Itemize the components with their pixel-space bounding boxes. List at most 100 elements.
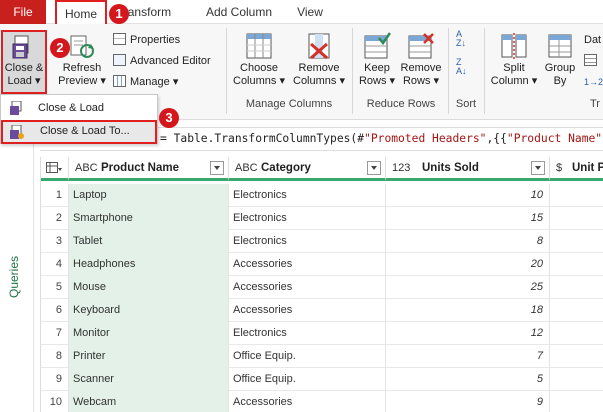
tab-home[interactable]: Home [55, 0, 107, 24]
split-column-icon [501, 33, 527, 59]
table-row[interactable]: 10 Webcam Accessories 9 [41, 391, 603, 412]
cell-category[interactable]: Accessories [229, 253, 386, 276]
table-row[interactable]: 4 Headphones Accessories 20 [41, 253, 603, 276]
cell-units-sold[interactable]: 7 [386, 345, 550, 368]
filter-dropdown-button[interactable] [367, 161, 381, 175]
column-header-label: Product Name [101, 162, 179, 174]
text-type-icon[interactable]: ABC [235, 157, 258, 179]
cell-unit-price[interactable] [550, 253, 603, 276]
cell-product-name[interactable]: Keyboard [69, 299, 229, 322]
use-first-row-button[interactable] [584, 54, 601, 68]
replace-values-button[interactable]: 1→2 [584, 75, 603, 89]
cell-unit-price[interactable] [550, 391, 603, 412]
formula-text[interactable]: = Table.TransformColumnTypes(#"Promoted … [160, 132, 603, 145]
cell-unit-price[interactable] [550, 184, 603, 207]
cell-units-sold[interactable]: 10 [386, 184, 550, 207]
filter-dropdown-button[interactable] [531, 161, 545, 175]
cell-product-name[interactable]: Laptop [69, 184, 229, 207]
row-number[interactable]: 4 [41, 253, 69, 276]
cell-unit-price[interactable] [550, 322, 603, 345]
row-number[interactable]: 3 [41, 230, 69, 253]
row-number[interactable]: 9 [41, 368, 69, 391]
queries-pane-label[interactable]: Queries [7, 256, 21, 298]
menu-item-close-load-to[interactable]: Close & Load To... [1, 120, 157, 144]
row-number[interactable]: 1 [41, 184, 69, 207]
cell-category[interactable]: Accessories [229, 391, 386, 412]
cell-units-sold[interactable]: 9 [386, 391, 550, 412]
cell-product-name[interactable]: Mouse [69, 276, 229, 299]
cell-unit-price[interactable] [550, 276, 603, 299]
column-header-units-sold[interactable]: 123 Units Sold [386, 157, 550, 181]
row-number[interactable]: 6 [41, 299, 69, 322]
split-column-button[interactable]: Split Column ▾ [488, 32, 540, 88]
cell-units-sold[interactable]: 5 [386, 368, 550, 391]
cell-category[interactable]: Electronics [229, 322, 386, 345]
close-load-button-content[interactable]: Close & Load ▾ [2, 34, 46, 88]
cell-unit-price[interactable] [550, 368, 603, 391]
cell-units-sold[interactable]: 12 [386, 322, 550, 345]
cell-product-name[interactable]: Webcam [69, 391, 229, 412]
table-row[interactable]: 2 Smartphone Electronics 15 [41, 207, 603, 230]
properties-button[interactable]: Properties [113, 33, 180, 47]
column-header-product-name[interactable]: ABC Product Name [69, 157, 229, 181]
filter-dropdown-button[interactable] [210, 161, 224, 175]
advanced-editor-button[interactable]: Advanced Editor [113, 54, 211, 68]
queries-pane[interactable]: Queries [0, 120, 34, 412]
column-header-unit-price[interactable]: $ Unit P [550, 157, 603, 181]
cell-category[interactable]: Electronics [229, 207, 386, 230]
cell-units-sold[interactable]: 25 [386, 276, 550, 299]
cell-category[interactable]: Accessories [229, 276, 386, 299]
tab-view[interactable]: View [290, 0, 330, 24]
data-type-button[interactable]: Dat [584, 33, 601, 47]
sort-descending-button[interactable]: Z A↓ [456, 58, 467, 76]
cell-category[interactable]: Accessories [229, 299, 386, 322]
table-row[interactable]: 5 Mouse Accessories 25 [41, 276, 603, 299]
cell-unit-price[interactable] [550, 230, 603, 253]
table-menu-button[interactable] [41, 157, 69, 181]
cell-units-sold[interactable]: 8 [386, 230, 550, 253]
remove-rows-button[interactable]: Remove Rows ▾ [398, 32, 444, 88]
manage-button[interactable]: Manage ▾ [113, 75, 178, 89]
number-type-icon[interactable]: 123 [392, 157, 410, 179]
cell-unit-price[interactable] [550, 299, 603, 322]
keep-rows-button[interactable]: Keep Rows ▾ [356, 32, 398, 88]
choose-columns-button[interactable]: Choose Columns ▾ [231, 32, 287, 88]
table-row[interactable]: 1 Laptop Electronics 10 [41, 184, 603, 207]
cell-units-sold[interactable]: 20 [386, 253, 550, 276]
group-by-button[interactable]: Group By [542, 32, 578, 88]
table-row[interactable]: 7 Monitor Electronics 12 [41, 322, 603, 345]
menu-item-close-load[interactable]: Close & Load [1, 97, 157, 119]
cell-product-name[interactable]: Headphones [69, 253, 229, 276]
table-row[interactable]: 6 Keyboard Accessories 18 [41, 299, 603, 322]
tab-file[interactable]: File [0, 0, 46, 24]
table-row[interactable]: 3 Tablet Electronics 8 [41, 230, 603, 253]
text-type-icon[interactable]: ABC [75, 157, 98, 179]
close-load-dropdown-menu: Close & Load Close & Load To... [0, 94, 158, 144]
cell-unit-price[interactable] [550, 207, 603, 230]
row-number[interactable]: 7 [41, 322, 69, 345]
table-row[interactable]: 9 Scanner Office Equip. 5 [41, 368, 603, 391]
currency-type-icon[interactable]: $ [556, 157, 562, 179]
cell-product-name[interactable]: Tablet [69, 230, 229, 253]
cell-product-name[interactable]: Monitor [69, 322, 229, 345]
remove-columns-button[interactable]: Remove Columns ▾ [291, 32, 347, 88]
cell-category[interactable]: Office Equip. [229, 345, 386, 368]
cell-category[interactable]: Office Equip. [229, 368, 386, 391]
cell-units-sold[interactable]: 18 [386, 299, 550, 322]
cell-category[interactable]: Electronics [229, 230, 386, 253]
sort-ascending-button[interactable]: A Z↓ [456, 30, 466, 48]
cell-product-name[interactable]: Printer [69, 345, 229, 368]
cell-product-name[interactable]: Scanner [69, 368, 229, 391]
cell-product-name[interactable]: Smartphone [69, 207, 229, 230]
tab-add-column[interactable]: Add Column [194, 0, 284, 24]
row-number[interactable]: 2 [41, 207, 69, 230]
row-number[interactable]: 10 [41, 391, 69, 412]
cell-unit-price[interactable] [550, 345, 603, 368]
column-header-category[interactable]: ABC Category [229, 157, 386, 181]
table-row[interactable]: 8 Printer Office Equip. 7 [41, 345, 603, 368]
row-number[interactable]: 5 [41, 276, 69, 299]
refresh-icon [70, 35, 94, 58]
cell-units-sold[interactable]: 15 [386, 207, 550, 230]
cell-category[interactable]: Electronics [229, 184, 386, 207]
row-number[interactable]: 8 [41, 345, 69, 368]
